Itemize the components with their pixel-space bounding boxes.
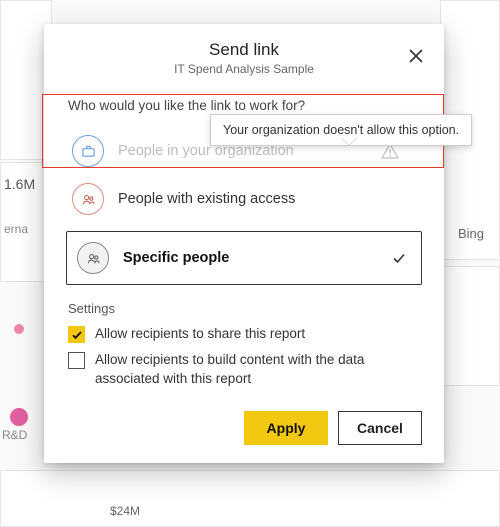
- option-existing-access[interactable]: People with existing access: [66, 175, 422, 223]
- option-specific-people[interactable]: Specific people: [66, 231, 422, 285]
- send-link-dialog: Send link IT Spend Analysis Sample Who w…: [44, 24, 444, 463]
- checkbox-label: Allow recipients to share this report: [95, 324, 305, 344]
- dialog-header: Send link IT Spend Analysis Sample: [44, 24, 444, 82]
- close-button[interactable]: [402, 42, 430, 70]
- people-icon: [72, 183, 104, 215]
- bg-bottom-val: $24M: [110, 504, 140, 518]
- apply-button[interactable]: Apply: [244, 411, 328, 445]
- option-label: People with existing access: [118, 191, 295, 207]
- checkbox-icon: [68, 352, 85, 369]
- checkbox-label: Allow recipients to build content with t…: [95, 350, 420, 389]
- option-label: Specific people: [123, 250, 229, 266]
- dialog-title: Send link: [44, 40, 444, 60]
- link-scope-question: Who would you like the link to work for?: [68, 98, 422, 113]
- close-icon: [408, 48, 424, 64]
- bg-map-attr: Bing: [458, 226, 484, 241]
- cancel-button[interactable]: Cancel: [338, 411, 422, 445]
- disabled-option-tooltip: Your organization doesn't allow this opt…: [210, 114, 472, 146]
- checkbox-allow-share[interactable]: Allow recipients to share this report: [68, 324, 420, 344]
- settings-header: Settings: [68, 301, 422, 316]
- dialog-subtitle: IT Spend Analysis Sample: [44, 62, 444, 76]
- people-icon: [77, 242, 109, 274]
- dialog-button-row: Apply Cancel: [44, 395, 444, 445]
- checkbox-allow-build[interactable]: Allow recipients to build content with t…: [68, 350, 420, 389]
- briefcase-icon: [72, 135, 104, 167]
- checkmark-icon: [391, 250, 407, 266]
- bg-value: 1.6M: [4, 176, 35, 192]
- bg-rd: R&D: [2, 428, 27, 442]
- bg-label: erna: [4, 222, 28, 236]
- checkbox-icon: [68, 326, 85, 343]
